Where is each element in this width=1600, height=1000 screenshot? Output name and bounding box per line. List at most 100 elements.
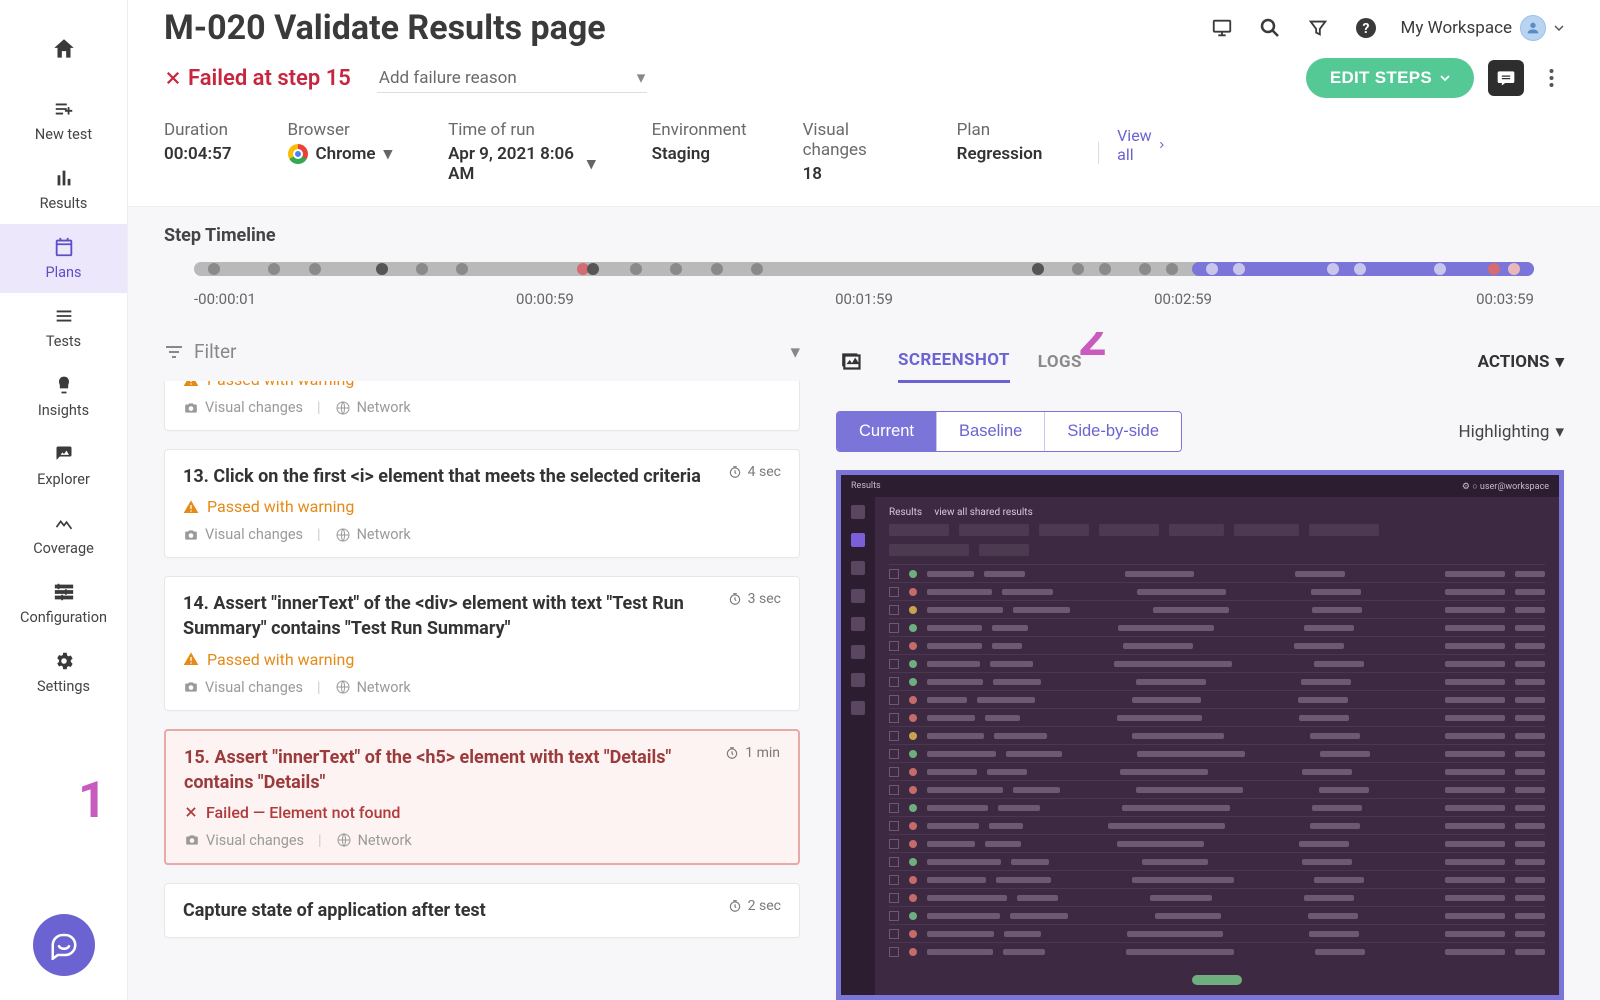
header: M-020 Validate Results page ? My Workspa… — [128, 0, 1600, 206]
camera-icon — [183, 401, 199, 415]
step-duration: 1 min — [725, 745, 780, 761]
network-link[interactable]: Network — [335, 399, 411, 416]
meta-environment: Environment Staging — [652, 120, 747, 164]
sidebar-item-label: Tests — [46, 333, 81, 350]
sidebar-item-label: Insights — [38, 402, 89, 419]
meta-browser[interactable]: Browser Chrome▾ — [288, 120, 393, 164]
step-duration: 3 sec — [728, 591, 781, 607]
screenshot-preview[interactable]: Results⚙ ○ user@workspace Results view a… — [836, 470, 1564, 1000]
sidebar-item-label: Configuration — [20, 609, 107, 626]
sidebar-item-label: Coverage — [33, 540, 94, 557]
workspace-label: My Workspace — [1401, 18, 1512, 38]
visual-changes-link[interactable]: Visual changes — [183, 399, 303, 416]
help-icon[interactable]: ? — [1353, 15, 1379, 41]
sidebar-item-new-test[interactable]: New test — [0, 86, 127, 155]
tab-screenshot[interactable]: SCREENSHOT — [898, 340, 1010, 383]
step-status: Passed with warning — [183, 381, 781, 389]
meta-plan: Plan Regression — [957, 120, 1043, 164]
sidebar-item-label: Explorer — [37, 471, 90, 488]
globe-icon — [335, 527, 351, 543]
visual-changes-link[interactable]: Visual changes — [184, 832, 304, 849]
view-segment: Current Baseline Side-by-side — [836, 411, 1182, 452]
search-icon[interactable] — [1257, 15, 1283, 41]
sidebar-item-results[interactable]: Results — [0, 155, 127, 224]
sidebar: New test Results Plans Tests Insights — [0, 0, 128, 1000]
timeline-labels: -00:00:01 00:00:59 00:01:59 00:02:59 00:… — [164, 290, 1564, 308]
filter-lines-icon — [164, 344, 184, 360]
svg-text:?: ? — [1362, 21, 1369, 37]
chevron-down-icon — [1554, 23, 1564, 33]
x-icon — [164, 69, 182, 87]
sidebar-item-configuration[interactable]: Configuration — [0, 569, 127, 638]
step-card-14[interactable]: 14. Assert "innerText" of the <div> elem… — [164, 576, 800, 710]
edit-steps-button[interactable]: EDIT STEPS — [1306, 58, 1474, 98]
clock-icon — [725, 746, 739, 760]
x-icon — [184, 805, 198, 819]
sidebar-item-label: Settings — [37, 678, 90, 695]
sidebar-item-label: New test — [35, 126, 92, 143]
globe-icon — [335, 679, 351, 695]
page-title: M-020 Validate Results page — [164, 8, 606, 48]
steps-column: Filter ▾ Passed with warning Visual chan… — [128, 332, 818, 1000]
step-card-15[interactable]: 15. Assert "innerText" of the <h5> eleme… — [164, 729, 800, 865]
highlighting-menu[interactable]: Highlighting▾ — [1458, 422, 1564, 442]
plans-icon — [51, 234, 77, 260]
camera-icon — [183, 680, 199, 694]
visual-changes-link[interactable]: Visual changes — [183, 526, 303, 543]
sidebar-item-label: Results — [40, 195, 88, 212]
meta-duration: Duration 00:04:57 — [164, 120, 232, 164]
network-link[interactable]: Network — [335, 526, 411, 543]
step-card[interactable]: Passed with warning Visual changes | Net… — [164, 381, 800, 431]
seg-current[interactable]: Current — [837, 412, 937, 451]
seg-side-by-side[interactable]: Side-by-side — [1045, 412, 1181, 451]
status-badge-failed: Failed at step 15 — [164, 66, 351, 91]
results-icon — [51, 165, 77, 191]
sidebar-item-tests[interactable]: Tests — [0, 293, 127, 362]
insights-icon — [51, 372, 77, 398]
network-link[interactable]: Network — [335, 679, 411, 696]
meta-time[interactable]: Time of run Apr 9, 2021 8:06 AM▾ — [448, 120, 595, 184]
visual-changes-link[interactable]: Visual changes — [183, 679, 303, 696]
seg-baseline[interactable]: Baseline — [937, 412, 1045, 451]
workspace-menu[interactable]: My Workspace — [1401, 15, 1564, 41]
meta-row: Duration 00:04:57 Browser Chrome▾ Time o… — [164, 120, 1564, 206]
warning-icon — [183, 651, 199, 667]
chevron-right-icon — [1159, 140, 1164, 150]
step-duration: 4 sec — [728, 464, 781, 480]
more-menu[interactable] — [1538, 65, 1564, 91]
filter-input[interactable]: Filter ▾ — [164, 332, 800, 381]
view-all-link[interactable]: View all — [1117, 126, 1564, 164]
sidebar-item-settings[interactable]: Settings — [0, 638, 127, 707]
chevron-down-icon — [1440, 73, 1450, 83]
globe-icon — [335, 400, 351, 416]
sidebar-item-coverage[interactable]: Coverage — [0, 500, 127, 569]
actions-menu[interactable]: ACTIONS▾ — [1478, 352, 1564, 372]
main: M-020 Validate Results page ? My Workspa… — [128, 0, 1600, 1000]
clock-icon — [728, 899, 742, 913]
sidebar-item-plans[interactable]: Plans — [0, 224, 127, 293]
sidebar-item-insights[interactable]: Insights — [0, 362, 127, 431]
annotation-1: 1 — [78, 772, 107, 830]
sidebar-home[interactable] — [0, 18, 127, 86]
notes-button[interactable] — [1488, 60, 1524, 96]
sidebar-item-explorer[interactable]: Explorer — [0, 431, 127, 500]
step-card-16[interactable]: Capture state of application after test … — [164, 883, 800, 938]
desktop-icon[interactable] — [1209, 15, 1235, 41]
gallery-icon[interactable] — [836, 345, 870, 379]
filter-icon[interactable] — [1305, 15, 1331, 41]
chevron-down-icon: ▾ — [1555, 422, 1564, 442]
tab-logs[interactable]: LOGS — [1038, 342, 1082, 382]
meta-visual-changes: Visual changes 18 — [803, 120, 901, 184]
step-card-13[interactable]: 13. Click on the first <i> element that … — [164, 449, 800, 558]
avatar-icon — [1520, 15, 1546, 41]
tests-icon — [51, 303, 77, 329]
step-status: Failed — Element not found — [184, 803, 780, 822]
settings-icon — [51, 648, 77, 674]
failure-reason-select[interactable]: Add failure reason ▾ — [377, 64, 647, 93]
configuration-icon — [51, 579, 77, 605]
network-link[interactable]: Network — [336, 832, 412, 849]
step-status: Passed with warning — [183, 650, 781, 669]
timeline-track[interactable] — [194, 262, 1534, 276]
chat-fab[interactable] — [33, 914, 95, 976]
coverage-icon — [51, 510, 77, 536]
